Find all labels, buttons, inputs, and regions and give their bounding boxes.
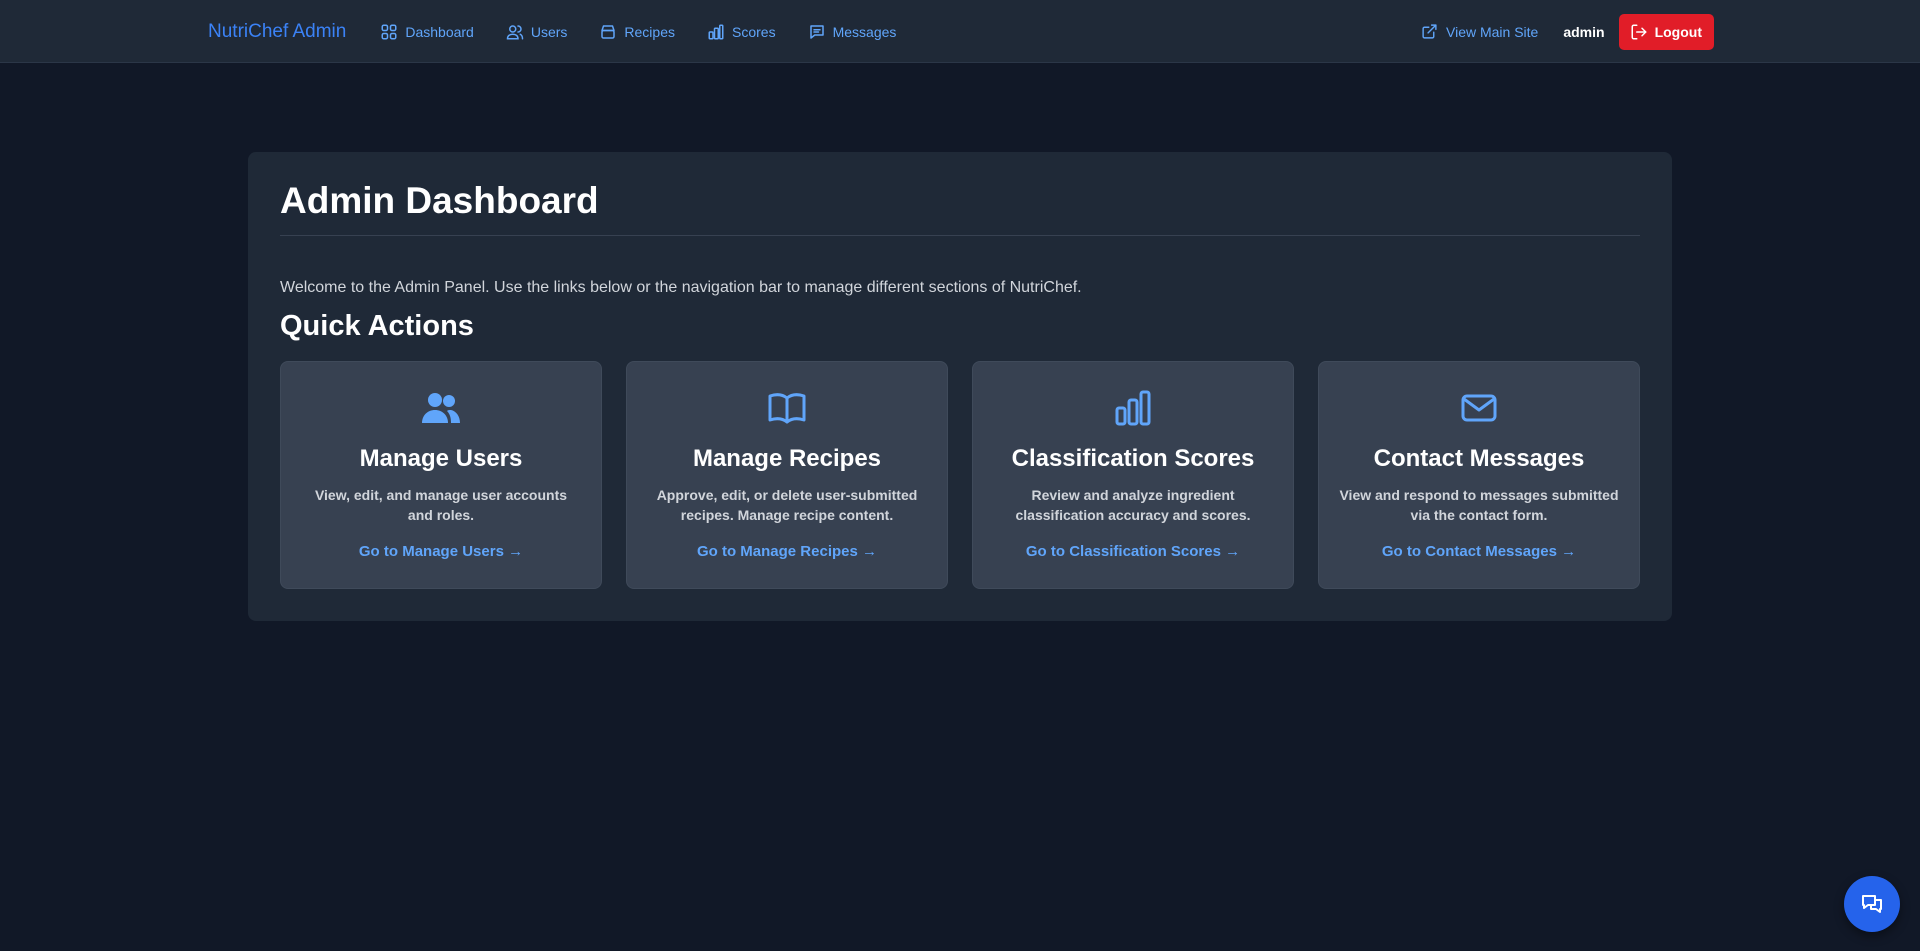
manage-recipes-card[interactable]: Manage Recipes Approve, edit, or delete … — [626, 361, 948, 589]
card-description: View and respond to messages submitted v… — [1339, 487, 1619, 523]
external-link-icon — [1421, 23, 1438, 40]
bar-chart-icon — [707, 23, 725, 41]
recipe-box-icon — [599, 23, 617, 41]
title-divider — [280, 235, 1640, 236]
nav-link-recipes[interactable]: Recipes — [599, 23, 675, 41]
dashboard-panel: Admin Dashboard Welcome to the Admin Pan… — [248, 152, 1672, 621]
nav-link-dashboard[interactable]: Dashboard — [380, 23, 474, 41]
users-icon — [506, 23, 524, 41]
nav-link-label: Recipes — [624, 23, 675, 40]
current-username: admin — [1563, 23, 1605, 40]
contact-messages-card[interactable]: Contact Messages View and respond to mes… — [1318, 361, 1640, 589]
card-title: Manage Users — [359, 445, 523, 472]
card-link[interactable]: Go to Manage Recipes → — [697, 543, 877, 560]
nav-right: View Main Site admin Logout — [1421, 13, 1714, 50]
dashboard-grid-icon — [380, 23, 398, 41]
quick-actions-title: Quick Actions — [280, 310, 474, 342]
top-navbar: NutriChef Admin Dashboard Users Recipes — [0, 0, 1920, 63]
classification-scores-card[interactable]: Classification Scores Review and analyze… — [972, 361, 1294, 589]
manage-users-card[interactable]: Manage Users View, edit, and manage user… — [280, 361, 602, 589]
card-description: View, edit, and manage user accounts and… — [314, 487, 568, 523]
logout-button[interactable]: Logout — [1618, 13, 1714, 50]
card-description: Approve, edit, or delete user-submitted … — [656, 487, 918, 523]
chat-widget-button[interactable] — [1844, 876, 1900, 932]
users-icon — [421, 388, 461, 428]
welcome-text: Welcome to the Admin Panel. Use the link… — [280, 279, 1082, 296]
quick-actions-cards: Manage Users View, edit, and manage user… — [280, 361, 1640, 589]
nav-link-messages[interactable]: Messages — [808, 23, 897, 41]
nav-link-label: Scores — [732, 23, 776, 40]
message-icon — [808, 23, 826, 41]
card-title: Manage Recipes — [692, 445, 882, 472]
nav-link-users[interactable]: Users — [506, 23, 568, 41]
view-main-site-link[interactable]: View Main Site — [1421, 23, 1538, 40]
nav-link-scores[interactable]: Scores — [707, 23, 776, 41]
navbar-inner: NutriChef Admin Dashboard Users Recipes — [208, 0, 1714, 63]
nav-left: NutriChef Admin Dashboard Users Recipes — [208, 21, 928, 43]
card-link[interactable]: Go to Classification Scores → — [1026, 543, 1240, 560]
chat-bubbles-icon — [1862, 895, 1882, 913]
card-description: Review and analyze ingredient classifica… — [1015, 487, 1251, 523]
nav-link-label: Messages — [832, 23, 897, 40]
card-link[interactable]: Go to Manage Users → — [359, 543, 523, 560]
envelope-icon — [1459, 388, 1499, 428]
bar-chart-icon — [1113, 388, 1153, 428]
card-title: Classification Scores — [1011, 445, 1255, 472]
view-main-site-label: View Main Site — [1446, 23, 1539, 40]
card-link[interactable]: Go to Contact Messages → — [1382, 543, 1576, 560]
nav-link-label: Dashboard — [405, 23, 474, 40]
card-title: Contact Messages — [1373, 445, 1585, 472]
logout-icon — [1630, 23, 1648, 41]
nav-link-label: Users — [530, 23, 568, 40]
brand-link[interactable]: NutriChef Admin — [208, 21, 346, 43]
page-title: Admin Dashboard — [280, 180, 599, 221]
logout-label: Logout — [1654, 23, 1702, 40]
open-book-icon — [767, 388, 807, 428]
